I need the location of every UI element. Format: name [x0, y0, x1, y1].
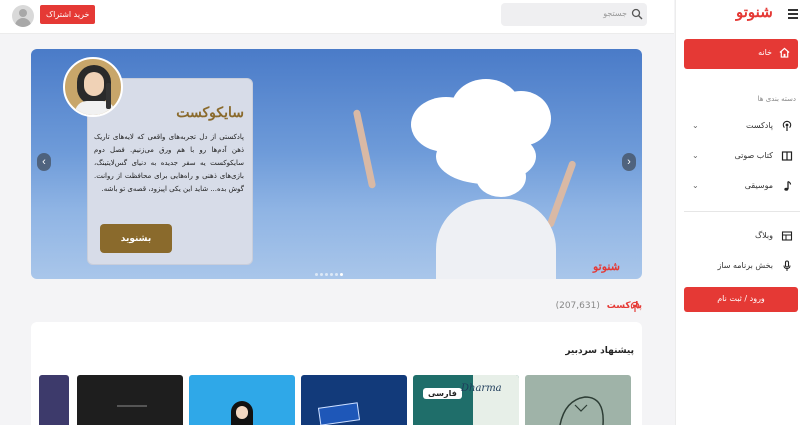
category-label: پادکست: [745, 121, 773, 130]
sidebar-item-podcast[interactable]: ⌄ پادکست: [676, 118, 800, 136]
user-avatar-icon[interactable]: [12, 5, 34, 27]
login-register-button[interactable]: ورود / ثبت نام: [684, 287, 798, 312]
podcast-thumbnail[interactable]: [77, 375, 183, 425]
categories-heading: دسته بندی ها: [757, 95, 796, 103]
carousel-dot[interactable]: [325, 273, 328, 276]
brand-watermark: شنوتو: [593, 260, 620, 273]
thumb-screen: [317, 402, 361, 425]
search-input[interactable]: جستجو: [501, 3, 647, 26]
sidebar-item-audiobook[interactable]: ⌄ کتاب صوتی: [676, 148, 800, 166]
link-label: بخش برنامه ساز: [717, 261, 773, 270]
microphone-stand: [106, 83, 111, 109]
search-placeholder: جستجو: [603, 9, 627, 18]
podcast-thumbnail[interactable]: [39, 375, 69, 425]
thumb-mark: [117, 405, 147, 407]
book-icon: [781, 151, 793, 161]
hamburger-menu-icon[interactable]: [788, 9, 798, 19]
listen-button[interactable]: بشنوید: [100, 224, 172, 253]
cloud-shape: [476, 157, 526, 197]
arm-shape: [546, 159, 577, 229]
podcast-count: (207,631): [555, 301, 600, 311]
podcast-title: پادکست: [606, 301, 642, 311]
sidebar-item-home[interactable]: خانه: [684, 39, 798, 69]
category-label: کتاب صوتی: [734, 151, 773, 160]
sidebar-divider: [684, 211, 800, 212]
sidebar-item-blog[interactable]: وبلاگ: [676, 228, 800, 246]
carousel-dot[interactable]: [335, 273, 338, 276]
blog-icon: [781, 231, 793, 241]
microphone-icon: [783, 260, 791, 271]
chevron-down-icon[interactable]: ⌄: [692, 121, 699, 130]
podcast-section-heading[interactable]: پادکست (207,631): [556, 301, 642, 311]
carousel-dot[interactable]: [315, 273, 318, 276]
brand-logo[interactable]: شنوتو: [736, 3, 773, 21]
avatar-head: [19, 9, 27, 17]
link-label: وبلاگ: [754, 231, 773, 240]
host-portrait: [63, 57, 123, 117]
chevron-down-icon[interactable]: ⌄: [692, 181, 699, 190]
avatar-body: [15, 18, 31, 27]
home-icon: [779, 47, 790, 58]
face-line-art: [559, 396, 604, 425]
language-chip: فارسی: [423, 388, 462, 399]
carousel-dots: [315, 269, 345, 276]
buy-subscription-button[interactable]: خرید اشتراک: [40, 5, 96, 24]
music-note-icon: [784, 180, 792, 191]
editor-picks-panel: پیشنهاد سردبیر فارسی Dharma: [31, 322, 642, 425]
portrait-face: [84, 72, 104, 96]
person-figure: [436, 199, 556, 279]
carousel-dot[interactable]: [330, 273, 333, 276]
hero-banner[interactable]: سایکوکست پادکستی از دل تجربه‌های واقعی ک…: [31, 49, 642, 279]
top-bar: خرید اشتراک جستجو: [0, 0, 674, 34]
login-label: ورود / ثبت نام: [717, 294, 765, 303]
carousel-prev-button[interactable]: ‹: [37, 153, 51, 171]
podcast-icon: [782, 120, 792, 131]
sidebar: شنوتو خانه دسته بندی ها ⌄ پادکست ⌄ کتاب …: [675, 0, 800, 425]
thumb-face: [236, 406, 248, 419]
arm-shape: [352, 109, 377, 189]
podcast-thumbnail[interactable]: فارسی Dharma: [413, 375, 519, 425]
promo-description: پادکستی از دل تجربه‌های واقعی که لایه‌ها…: [94, 133, 244, 193]
home-label: خانه: [758, 48, 772, 57]
sidebar-item-creator[interactable]: بخش برنامه ساز: [676, 258, 800, 276]
sidebar-item-music[interactable]: ⌄ موسیقی: [676, 178, 800, 196]
carousel-dot[interactable]: [340, 273, 343, 276]
chevron-down-icon[interactable]: ⌄: [692, 151, 699, 160]
thumb-script: Dharma: [461, 383, 502, 394]
podcast-thumbnail[interactable]: [189, 375, 295, 425]
podcast-thumbnail[interactable]: [525, 375, 631, 425]
carousel-dot[interactable]: [320, 273, 323, 276]
category-label: موسیقی: [744, 181, 773, 190]
search-icon: [631, 8, 643, 20]
carousel-next-button[interactable]: ›: [622, 153, 636, 171]
editor-picks-title: پیشنهاد سردبیر: [565, 346, 634, 356]
podcast-thumbnail[interactable]: [301, 375, 407, 425]
promo-title: سایکوکست: [176, 105, 244, 121]
